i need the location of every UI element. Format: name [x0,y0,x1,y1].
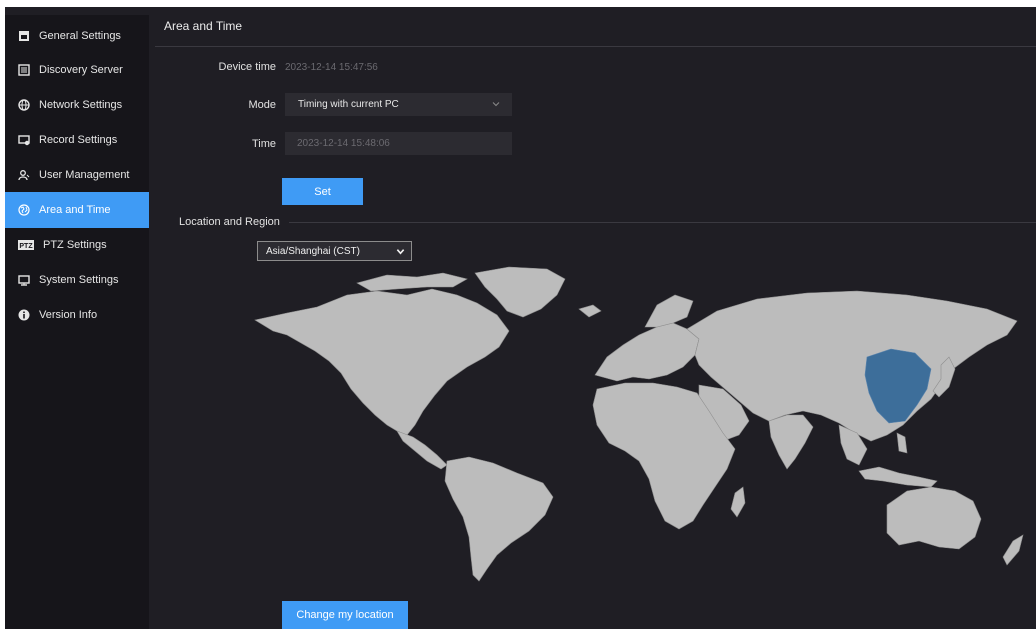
info-icon [18,309,30,321]
system-icon [18,274,30,286]
sidebar-item-label: PTZ Settings [43,239,107,251]
sidebar-item-area-and-time[interactable]: Area and Time [5,192,149,228]
map-region-central-america[interactable] [396,430,448,470]
globe-icon [18,99,30,111]
page-title: Area and Time [164,19,243,33]
map-region-arctic-islands[interactable] [356,272,468,292]
mode-select-value: Timing with current PC [298,99,399,110]
sidebar-item-label: Network Settings [39,99,123,111]
map-region-greenland[interactable] [474,266,566,318]
sidebar-item-label: System Settings [39,274,119,286]
title-divider [155,46,1036,47]
sidebar-item-record-settings[interactable]: Record Settings [5,122,149,158]
sidebar-item-network-settings[interactable]: Network Settings [5,87,149,123]
set-button[interactable]: Set [282,178,363,205]
sidebar: General Settings Discovery Server Networ… [5,15,149,629]
map-region-iceland[interactable] [578,304,602,318]
record-icon [18,134,30,146]
sidebar-item-version-info[interactable]: Version Info [5,297,149,333]
map-region-australia[interactable] [886,486,982,550]
users-icon [18,169,30,181]
map-region-philippines[interactable] [896,432,908,454]
area-time-icon [18,204,30,216]
device-time-label: Device time [218,61,276,73]
mode-label: Mode [248,99,276,111]
sidebar-item-label: Discovery Server [39,64,123,76]
time-label: Time [251,138,276,150]
sidebar-item-label: Version Info [39,309,98,321]
sidebar-item-system-settings[interactable]: System Settings [5,262,149,298]
map-region-north-america[interactable] [254,288,510,436]
mode-select[interactable]: Timing with current PC [285,93,512,116]
sidebar-item-user-management[interactable]: User Management [5,157,149,193]
general-settings-icon [18,30,30,42]
map-region-europe[interactable] [594,322,700,382]
map-region-scandinavia[interactable] [644,294,694,328]
map-region-south-america[interactable] [444,456,554,582]
sidebar-item-label: General Settings [39,30,121,42]
map-region-new-zealand[interactable] [1002,534,1024,566]
chevron-down-icon [396,249,405,255]
map-region-indonesia[interactable] [858,466,938,488]
time-field: 2023-12-14 15:48:06 [285,132,512,155]
main-panel: Area and Time Device time 2023-12-14 15:… [155,15,1036,629]
sidebar-item-label: User Management [39,169,130,181]
map-region-madagascar[interactable] [730,486,746,518]
server-icon [18,64,30,76]
sidebar-item-general-settings[interactable]: General Settings [5,18,149,54]
sidebar-item-discovery-server[interactable]: Discovery Server [5,52,149,88]
sidebar-item-label: Area and Time [39,204,111,216]
sidebar-item-label: Record Settings [39,134,118,146]
time-field-value: 2023-12-14 15:48:06 [297,138,390,149]
ptz-icon: PTZ [18,239,34,251]
timezone-select[interactable]: Asia/Shanghai (CST) [257,241,412,261]
device-time-value: 2023-12-14 15:47:56 [285,62,378,73]
location-section-title: Location and Region [179,216,280,228]
ptz-badge-text: PTZ [19,243,33,250]
map-region-india[interactable] [768,414,814,470]
world-map[interactable] [247,265,1036,595]
section-divider [289,222,1036,223]
change-location-button[interactable]: Change my location [282,601,408,629]
chevron-down-icon [492,102,500,107]
timezone-select-value: Asia/Shanghai (CST) [266,245,360,257]
sidebar-item-ptz-settings[interactable]: PTZ PTZ Settings [5,227,149,263]
